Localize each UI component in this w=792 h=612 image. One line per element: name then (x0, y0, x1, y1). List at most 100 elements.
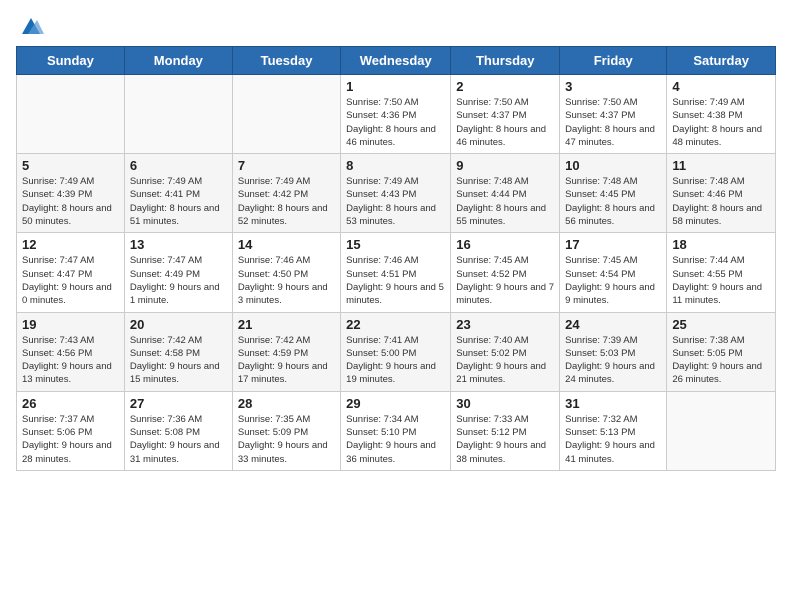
day-number: 23 (456, 317, 554, 332)
day-info: Sunrise: 7:49 AM Sunset: 4:39 PM Dayligh… (22, 175, 119, 228)
calendar-cell: 7Sunrise: 7:49 AM Sunset: 4:42 PM Daylig… (232, 154, 340, 233)
day-number: 22 (346, 317, 445, 332)
calendar-cell: 11Sunrise: 7:48 AM Sunset: 4:46 PM Dayli… (667, 154, 776, 233)
calendar-cell: 31 Sunrise: 7:32 AM Sunset: 5:13 PM Dayli… (560, 391, 667, 470)
calendar-cell: 6 Sunrise: 7:49 AM Sunset: 4:41 PM Daylig… (124, 154, 232, 233)
day-info: Sunrise: 7:49 AM Sunset: 4:42 PM Dayligh… (238, 175, 335, 228)
day-number: 28 (238, 396, 335, 411)
calendar-cell (17, 75, 125, 154)
calendar-cell (232, 75, 340, 154)
calendar-header-row: SundayMondayTuesdayWednesdayThursdayFrid… (17, 47, 776, 75)
header (16, 16, 776, 34)
day-number: 13 (130, 237, 227, 252)
day-info: Sunrise: 7:49 AM Sunset: 4:38 PM Dayligh… (672, 96, 770, 149)
calendar-cell (667, 391, 776, 470)
calendar-cell: 18 Sunrise: 7:44 AM Sunset: 4:55 PM Dayli… (667, 233, 776, 312)
calendar-cell: 23Sunrise: 7:40 AM Sunset: 5:02 PM Dayli… (451, 312, 560, 391)
day-info: Sunrise: 7:35 AM Sunset: 5:09 PM Dayligh… (238, 413, 335, 466)
calendar-header-friday: Friday (560, 47, 667, 75)
day-number: 26 (22, 396, 119, 411)
day-number: 10 (565, 158, 661, 173)
day-number: 30 (456, 396, 554, 411)
day-info: Sunrise: 7:34 AM Sunset: 5:10 PM Dayligh… (346, 413, 445, 466)
calendar-cell: 28 Sunrise: 7:35 AM Sunset: 5:09 PM Dayli… (232, 391, 340, 470)
calendar-cell: 5Sunrise: 7:49 AM Sunset: 4:39 PM Daylig… (17, 154, 125, 233)
day-info: Sunrise: 7:41 AM Sunset: 5:00 PM Dayligh… (346, 334, 445, 387)
day-info: Sunrise: 7:36 AM Sunset: 5:08 PM Dayligh… (130, 413, 227, 466)
day-info: Sunrise: 7:39 AM Sunset: 5:03 PM Dayligh… (565, 334, 661, 387)
day-number: 17 (565, 237, 661, 252)
calendar-cell: 19 Sunrise: 7:43 AM Sunset: 4:56 PM Dayli… (17, 312, 125, 391)
day-info: Sunrise: 7:48 AM Sunset: 4:45 PM Dayligh… (565, 175, 661, 228)
calendar-cell: 26 Sunrise: 7:37 AM Sunset: 5:06 PM Dayli… (17, 391, 125, 470)
day-number: 1 (346, 79, 445, 94)
calendar-cell: 27 Sunrise: 7:36 AM Sunset: 5:08 PM Dayli… (124, 391, 232, 470)
calendar-week-row: 26 Sunrise: 7:37 AM Sunset: 5:06 PM Dayli… (17, 391, 776, 470)
day-info: Sunrise: 7:43 AM Sunset: 4:56 PM Dayligh… (22, 334, 119, 387)
calendar-cell (124, 75, 232, 154)
calendar-cell: 13 Sunrise: 7:47 AM Sunset: 4:49 PM Dayli… (124, 233, 232, 312)
logo (16, 16, 44, 34)
day-info: Sunrise: 7:50 AM Sunset: 4:36 PM Dayligh… (346, 96, 445, 149)
calendar-table: SundayMondayTuesdayWednesdayThursdayFrid… (16, 46, 776, 471)
calendar-cell: 8 Sunrise: 7:49 AM Sunset: 4:43 PM Daylig… (341, 154, 451, 233)
calendar-cell: 12 Sunrise: 7:47 AM Sunset: 4:47 PM Dayli… (17, 233, 125, 312)
day-number: 25 (672, 317, 770, 332)
day-info: Sunrise: 7:46 AM Sunset: 4:50 PM Dayligh… (238, 254, 335, 307)
day-number: 9 (456, 158, 554, 173)
day-number: 3 (565, 79, 661, 94)
day-number: 16 (456, 237, 554, 252)
calendar-week-row: 5Sunrise: 7:49 AM Sunset: 4:39 PM Daylig… (17, 154, 776, 233)
day-number: 29 (346, 396, 445, 411)
day-number: 8 (346, 158, 445, 173)
calendar-cell: 4 Sunrise: 7:49 AM Sunset: 4:38 PM Daylig… (667, 75, 776, 154)
calendar-header-saturday: Saturday (667, 47, 776, 75)
calendar-cell: 15Sunrise: 7:46 AM Sunset: 4:51 PM Dayli… (341, 233, 451, 312)
calendar-header-thursday: Thursday (451, 47, 560, 75)
calendar-cell: 14Sunrise: 7:46 AM Sunset: 4:50 PM Dayli… (232, 233, 340, 312)
calendar-cell: 10 Sunrise: 7:48 AM Sunset: 4:45 PM Dayli… (560, 154, 667, 233)
calendar-week-row: 12 Sunrise: 7:47 AM Sunset: 4:47 PM Dayli… (17, 233, 776, 312)
calendar-cell: 3 Sunrise: 7:50 AM Sunset: 4:37 PM Daylig… (560, 75, 667, 154)
day-number: 24 (565, 317, 661, 332)
day-info: Sunrise: 7:44 AM Sunset: 4:55 PM Dayligh… (672, 254, 770, 307)
day-info: Sunrise: 7:33 AM Sunset: 5:12 PM Dayligh… (456, 413, 554, 466)
calendar-cell: 2 Sunrise: 7:50 AM Sunset: 4:37 PM Daylig… (451, 75, 560, 154)
day-number: 19 (22, 317, 119, 332)
calendar-cell: 16Sunrise: 7:45 AM Sunset: 4:52 PM Dayli… (451, 233, 560, 312)
day-info: Sunrise: 7:50 AM Sunset: 4:37 PM Dayligh… (565, 96, 661, 149)
calendar-cell: 25 Sunrise: 7:38 AM Sunset: 5:05 PM Dayli… (667, 312, 776, 391)
day-info: Sunrise: 7:49 AM Sunset: 4:43 PM Dayligh… (346, 175, 445, 228)
day-info: Sunrise: 7:42 AM Sunset: 4:58 PM Dayligh… (130, 334, 227, 387)
day-number: 6 (130, 158, 227, 173)
day-info: Sunrise: 7:45 AM Sunset: 4:54 PM Dayligh… (565, 254, 661, 307)
day-info: Sunrise: 7:49 AM Sunset: 4:41 PM Dayligh… (130, 175, 227, 228)
day-info: Sunrise: 7:47 AM Sunset: 4:47 PM Dayligh… (22, 254, 119, 307)
calendar-cell: 30 Sunrise: 7:33 AM Sunset: 5:12 PM Dayli… (451, 391, 560, 470)
calendar-cell: 1 Sunrise: 7:50 AM Sunset: 4:36 PM Daylig… (341, 75, 451, 154)
day-info: Sunrise: 7:32 AM Sunset: 5:13 PM Dayligh… (565, 413, 661, 466)
calendar-header-sunday: Sunday (17, 47, 125, 75)
calendar-cell: 20Sunrise: 7:42 AM Sunset: 4:58 PM Dayli… (124, 312, 232, 391)
day-number: 4 (672, 79, 770, 94)
calendar-week-row: 1 Sunrise: 7:50 AM Sunset: 4:36 PM Daylig… (17, 75, 776, 154)
calendar-header-wednesday: Wednesday (341, 47, 451, 75)
day-number: 12 (22, 237, 119, 252)
day-info: Sunrise: 7:38 AM Sunset: 5:05 PM Dayligh… (672, 334, 770, 387)
calendar-cell: 24 Sunrise: 7:39 AM Sunset: 5:03 PM Dayli… (560, 312, 667, 391)
day-number: 2 (456, 79, 554, 94)
day-info: Sunrise: 7:37 AM Sunset: 5:06 PM Dayligh… (22, 413, 119, 466)
calendar-cell: 17 Sunrise: 7:45 AM Sunset: 4:54 PM Dayli… (560, 233, 667, 312)
day-info: Sunrise: 7:50 AM Sunset: 4:37 PM Dayligh… (456, 96, 554, 149)
calendar-header-tuesday: Tuesday (232, 47, 340, 75)
day-number: 27 (130, 396, 227, 411)
logo-icon (18, 16, 44, 38)
calendar-cell: 9 Sunrise: 7:48 AM Sunset: 4:44 PM Daylig… (451, 154, 560, 233)
day-info: Sunrise: 7:42 AM Sunset: 4:59 PM Dayligh… (238, 334, 335, 387)
day-info: Sunrise: 7:48 AM Sunset: 4:46 PM Dayligh… (672, 175, 770, 228)
calendar-header-monday: Monday (124, 47, 232, 75)
day-info: Sunrise: 7:48 AM Sunset: 4:44 PM Dayligh… (456, 175, 554, 228)
day-number: 31 (565, 396, 661, 411)
day-number: 18 (672, 237, 770, 252)
day-info: Sunrise: 7:47 AM Sunset: 4:49 PM Dayligh… (130, 254, 227, 307)
